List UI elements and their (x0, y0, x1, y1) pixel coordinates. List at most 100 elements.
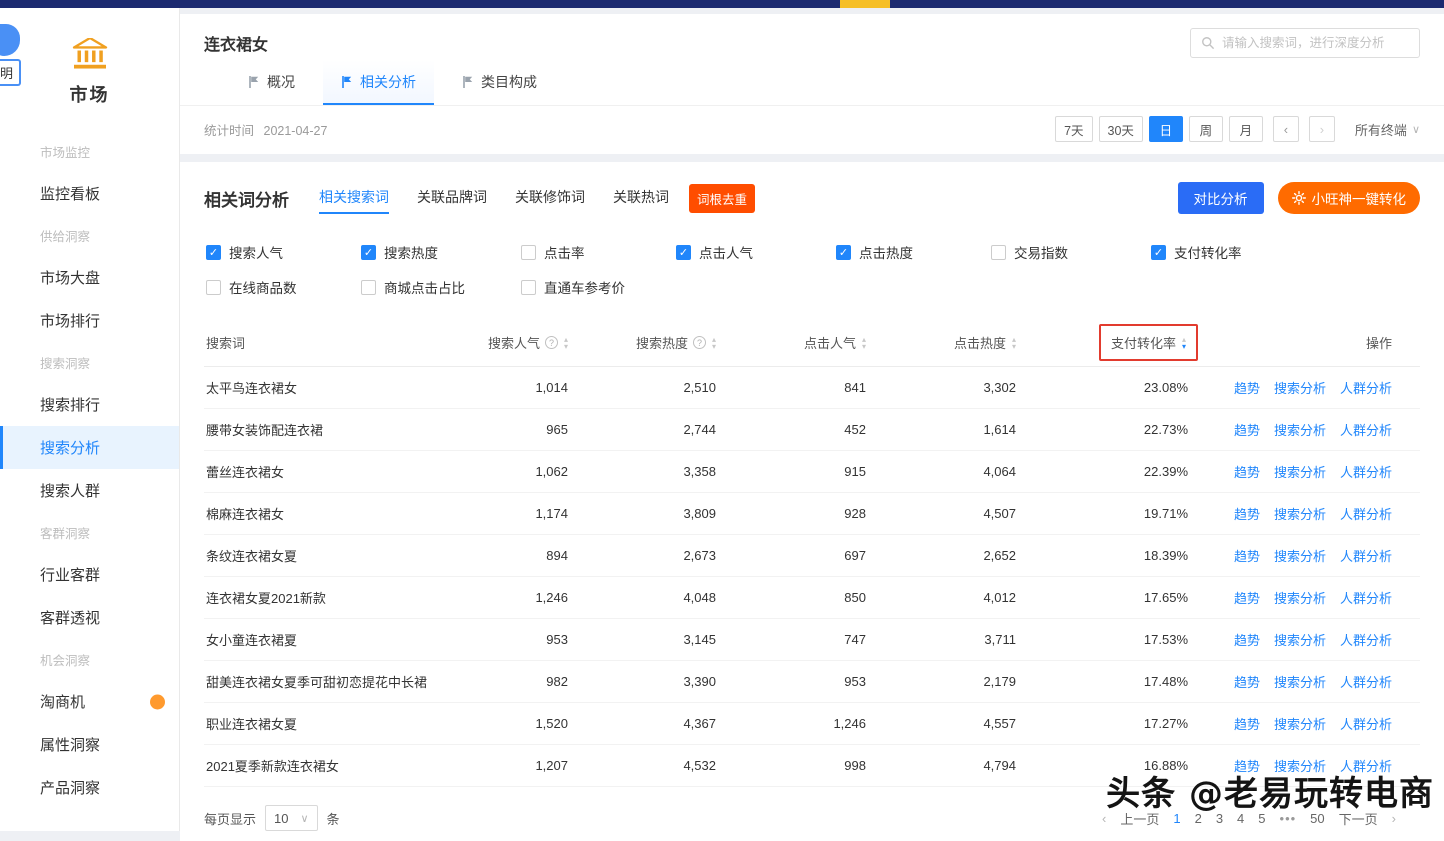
search-box[interactable] (1190, 28, 1420, 58)
action-link-人群分析[interactable]: 人群分析 (1340, 546, 1392, 565)
checkbox-checked[interactable]: ✓ (1151, 245, 1166, 260)
filter-checkbox-点击热度[interactable]: ✓点击热度 (836, 242, 991, 262)
action-link-搜索分析[interactable]: 搜索分析 (1274, 462, 1326, 481)
action-link-搜索分析[interactable]: 搜索分析 (1274, 588, 1326, 607)
filter-checkbox-搜索人气[interactable]: ✓搜索人气 (206, 242, 361, 262)
action-link-人群分析[interactable]: 人群分析 (1340, 672, 1392, 691)
sidebar-item-产品洞察[interactable]: 产品洞察 (0, 766, 179, 809)
convert-button[interactable]: 小旺神一键转化 (1278, 182, 1421, 214)
filter-checkbox-交易指数[interactable]: 交易指数 (991, 242, 1151, 262)
column-header-点击人气[interactable]: 点击人气▴▾ (718, 333, 868, 352)
cell-search_heat: 3,390 (570, 674, 718, 689)
date-range-button-周[interactable]: 周 (1189, 116, 1223, 142)
action-link-趋势[interactable]: 趋势 (1234, 714, 1260, 733)
checkbox-checked[interactable]: ✓ (836, 245, 851, 260)
checkbox-unchecked[interactable] (206, 280, 221, 295)
watermark: 头条 @老易玩转电商 (1106, 766, 1434, 815)
action-link-趋势[interactable]: 趋势 (1234, 420, 1260, 439)
column-header-搜索人气[interactable]: 搜索人气?▴▾ (454, 333, 570, 352)
date-range-button-30天[interactable]: 30天 (1099, 116, 1143, 142)
app-switcher[interactable]: 市场 (0, 8, 179, 117)
header-tab-相关分析[interactable]: 相关分析 (323, 60, 434, 105)
action-link-搜索分析[interactable]: 搜索分析 (1274, 672, 1326, 691)
checkbox-checked[interactable]: ✓ (361, 245, 376, 260)
action-link-搜索分析[interactable]: 搜索分析 (1274, 714, 1326, 733)
action-link-趋势[interactable]: 趋势 (1234, 672, 1260, 691)
filter-checkbox-搜索热度[interactable]: ✓搜索热度 (361, 242, 521, 262)
compare-button[interactable]: 对比分析 (1178, 182, 1264, 214)
cell-actions: 趋势搜索分析人群分析 (1190, 714, 1420, 733)
prev-date-button[interactable]: ‹ (1273, 116, 1299, 142)
sidebar-item-搜索分析[interactable]: 搜索分析 (0, 426, 179, 469)
sidebar-item-搜索排行[interactable]: 搜索排行 (0, 383, 179, 426)
filter-checkbox-直通车参考价[interactable]: 直通车参考价 (521, 277, 676, 297)
date-range-button-7天[interactable]: 7天 (1055, 116, 1092, 142)
action-link-人群分析[interactable]: 人群分析 (1340, 420, 1392, 439)
filter-checkbox-商城点击占比[interactable]: 商城点击占比 (361, 277, 521, 297)
next-date-button[interactable]: › (1309, 116, 1335, 142)
checkbox-unchecked[interactable] (521, 245, 536, 260)
panel-tab-相关搜索词[interactable]: 相关搜索词 (319, 183, 389, 214)
sort-icon[interactable]: ▴▾ (712, 336, 716, 350)
help-icon[interactable]: ? (545, 336, 558, 349)
filter-checkbox-在线商品数[interactable]: 在线商品数 (206, 277, 361, 297)
sort-icon[interactable]: ▴▾ (1182, 336, 1186, 350)
filter-checkbox-点击率[interactable]: 点击率 (521, 242, 676, 262)
action-link-趋势[interactable]: 趋势 (1234, 588, 1260, 607)
panel-tab-关联品牌词[interactable]: 关联品牌词 (417, 183, 487, 214)
action-link-搜索分析[interactable]: 搜索分析 (1274, 546, 1326, 565)
sort-icon[interactable]: ▴▾ (862, 336, 866, 350)
date-range-button-月[interactable]: 月 (1229, 116, 1263, 142)
date-range-button-日[interactable]: 日 (1149, 116, 1183, 142)
panel-header: 相关词分析 相关搜索词关联品牌词关联修饰词关联热词 词根去重 对比分析 (204, 182, 1420, 214)
sidebar-item-市场排行[interactable]: 市场排行 (0, 299, 179, 342)
help-icon[interactable]: ? (693, 336, 706, 349)
action-link-人群分析[interactable]: 人群分析 (1340, 462, 1392, 481)
action-link-搜索分析[interactable]: 搜索分析 (1274, 420, 1326, 439)
action-link-人群分析[interactable]: 人群分析 (1340, 588, 1392, 607)
checkbox-unchecked[interactable] (361, 280, 376, 295)
action-link-趋势[interactable]: 趋势 (1234, 462, 1260, 481)
column-header-搜索热度[interactable]: 搜索热度?▴▾ (570, 333, 718, 352)
action-link-搜索分析[interactable]: 搜索分析 (1274, 504, 1326, 523)
cell-click_heat: 2,179 (868, 674, 1018, 689)
action-link-趋势[interactable]: 趋势 (1234, 378, 1260, 397)
action-link-趋势[interactable]: 趋势 (1234, 630, 1260, 649)
header-tab-类目构成[interactable]: 类目构成 (444, 60, 555, 105)
panel-tab-关联热词[interactable]: 关联热词 (613, 183, 669, 214)
sidebar-item-属性洞察[interactable]: 属性洞察 (0, 723, 179, 766)
action-link-趋势[interactable]: 趋势 (1234, 504, 1260, 523)
sidebar-item-淘商机[interactable]: 淘商机 (0, 680, 179, 723)
column-header-支付转化率[interactable]: 支付转化率▴▾ (1018, 324, 1190, 361)
header-card: 连衣裙女 概况相关分析类目构成 (180, 14, 1444, 105)
sidebar-item-搜索人群[interactable]: 搜索人群 (0, 469, 179, 512)
sidebar-item-监控看板[interactable]: 监控看板 (0, 172, 179, 215)
table-row: 职业连衣裙女夏1,5204,3671,2464,55717.27%趋势搜索分析人… (204, 703, 1420, 745)
action-link-人群分析[interactable]: 人群分析 (1340, 714, 1392, 733)
checkbox-checked[interactable]: ✓ (206, 245, 221, 260)
checkbox-checked[interactable]: ✓ (676, 245, 691, 260)
sidebar-item-市场大盘[interactable]: 市场大盘 (0, 256, 179, 299)
dedupe-badge[interactable]: 词根去重 (689, 184, 755, 213)
per-page-select[interactable]: 10 ∨ (265, 805, 318, 831)
filter-checkbox-支付转化率[interactable]: ✓支付转化率 (1151, 242, 1418, 262)
sidebar-item-行业客群[interactable]: 行业客群 (0, 553, 179, 596)
action-link-人群分析[interactable]: 人群分析 (1340, 378, 1392, 397)
filter-checkbox-点击人气[interactable]: ✓点击人气 (676, 242, 836, 262)
action-link-人群分析[interactable]: 人群分析 (1340, 630, 1392, 649)
action-link-搜索分析[interactable]: 搜索分析 (1274, 630, 1326, 649)
header-tab-概况[interactable]: 概况 (230, 60, 313, 105)
action-link-搜索分析[interactable]: 搜索分析 (1274, 378, 1326, 397)
sort-icon[interactable]: ▴▾ (1012, 336, 1016, 350)
action-link-人群分析[interactable]: 人群分析 (1340, 504, 1392, 523)
search-input[interactable] (1222, 36, 1409, 50)
checkbox-unchecked[interactable] (991, 245, 1006, 260)
action-link-趋势[interactable]: 趋势 (1234, 546, 1260, 565)
sort-icon[interactable]: ▴▾ (564, 336, 568, 350)
checkbox-unchecked[interactable] (521, 280, 536, 295)
terminal-select[interactable]: 所有终端∨ (1355, 120, 1420, 139)
column-header-点击热度[interactable]: 点击热度▴▾ (868, 333, 1018, 352)
cell-click_popularity: 998 (718, 758, 868, 773)
panel-tab-关联修饰词[interactable]: 关联修饰词 (515, 183, 585, 214)
sidebar-item-客群透视[interactable]: 客群透视 (0, 596, 179, 639)
